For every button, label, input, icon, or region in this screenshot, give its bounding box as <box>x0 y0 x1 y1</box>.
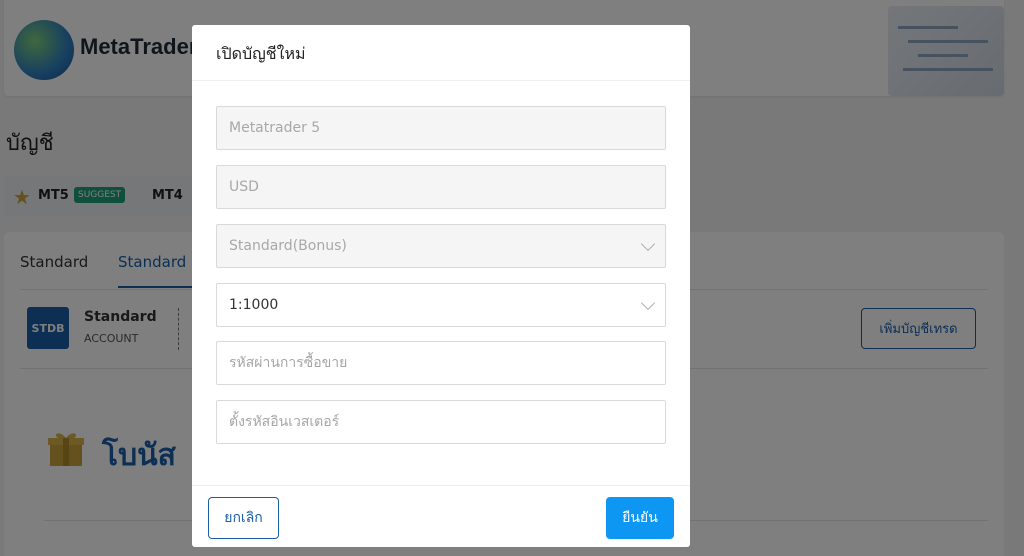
modal-header: เปิดบัญชีใหม่ <box>192 25 690 81</box>
confirm-button[interactable]: ยืนยัน <box>606 497 674 539</box>
platform-field: Metatrader 5 <box>216 106 666 150</box>
open-account-modal: เปิดบัญชีใหม่ Metatrader 5 USD Standard(… <box>192 25 690 547</box>
modal-title: เปิดบัญชีใหม่ <box>216 44 306 63</box>
trading-password-placeholder: รหัสผ่านการซื้อขาย <box>229 355 348 371</box>
leverage-select[interactable]: 1:1000 <box>216 283 666 327</box>
platform-value: Metatrader 5 <box>229 120 321 136</box>
investor-password-placeholder: ตั้งรหัสอินเวสเตอร์ <box>229 414 340 430</box>
chevron-down-icon <box>640 236 656 252</box>
chevron-down-icon <box>640 295 656 311</box>
account-type-select: Standard(Bonus) <box>216 224 666 268</box>
currency-field: USD <box>216 165 666 209</box>
currency-value: USD <box>229 179 259 195</box>
account-type-value: Standard(Bonus) <box>229 238 347 254</box>
trading-password-input[interactable]: รหัสผ่านการซื้อขาย <box>216 341 666 385</box>
modal-footer: ยกเลิก ยืนยัน <box>192 485 690 547</box>
leverage-value: 1:1000 <box>229 297 279 313</box>
cancel-button[interactable]: ยกเลิก <box>208 497 279 539</box>
investor-password-input[interactable]: ตั้งรหัสอินเวสเตอร์ <box>216 400 666 444</box>
